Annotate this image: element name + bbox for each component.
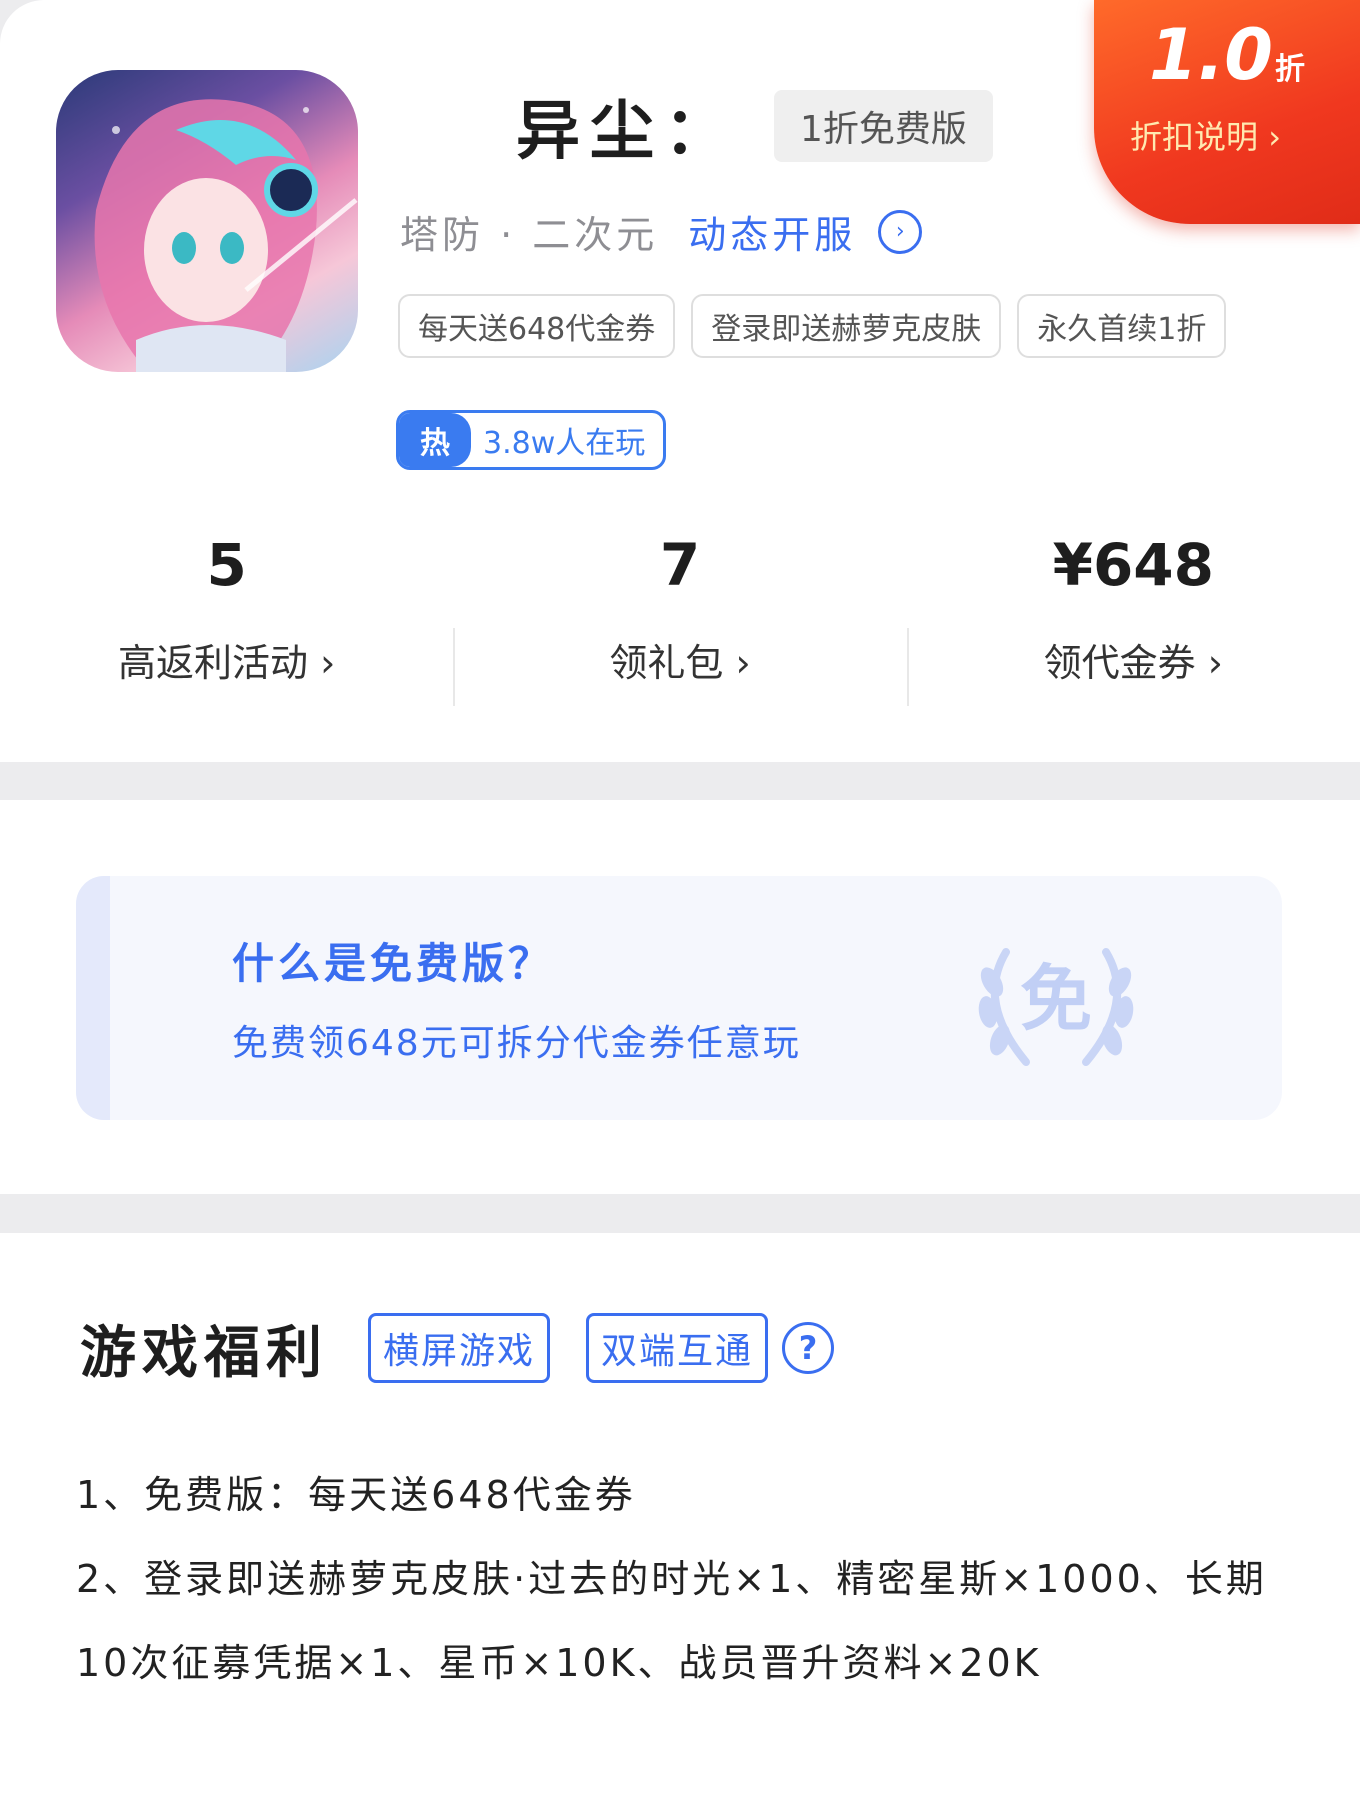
free-version-banner[interactable]: 什么是免费版？ 免费领648元可拆分代金券任意玩 免 [76, 876, 1282, 1120]
stat-rebate-activities[interactable]: 5 高返利活动 › [0, 520, 453, 720]
stat-label: 领代金券 › [1043, 641, 1223, 685]
list-item: 1、免费版：每天送648代金券 [76, 1473, 636, 1517]
cross-platform-badge: 双端互通 [586, 1313, 769, 1383]
stat-value: ¥648 [1052, 531, 1215, 599]
chevron-right-icon: › [1258, 118, 1281, 156]
welfare-header: 游戏福利 横屏游戏 双端互通 ? [80, 1313, 835, 1386]
emblem-char: 免 [1020, 957, 1092, 1041]
welfare-title: 游戏福利 [80, 1320, 328, 1386]
discount-explain-link[interactable]: 折扣说明 › [1130, 112, 1281, 158]
chevron-right-icon: › [308, 641, 336, 685]
game-genre: 塔防 · 二次元 [400, 213, 659, 257]
stat-value: 7 [659, 531, 701, 599]
help-icon[interactable]: ? [782, 1322, 835, 1374]
chevron-circle-right-icon[interactable]: › [878, 209, 923, 254]
stat-value: 5 [206, 531, 247, 599]
feature-tags: 每天送648代金券 登录即送赫萝克皮肤 永久首续1折 [398, 294, 1304, 358]
welfare-list: 1、免费版：每天送648代金券 2、登录即送赫萝克皮肤·过去的时光×1、精密星斯… [76, 1453, 1276, 1705]
chevron-right-icon: › [723, 641, 751, 685]
stat-label: 领礼包 › [609, 641, 751, 685]
players-online-badge: 热 3.8w人在玩 [396, 410, 667, 470]
players-online-text: 3.8w人在玩 [483, 426, 646, 461]
list-item: 2、登录即送赫萝克皮肤·过去的时光×1、精密星斯×1000、长期10次征募凭据×… [76, 1557, 1267, 1685]
feature-tag: 每天送648代金券 [398, 294, 676, 358]
game-title: 异尘： [516, 95, 738, 169]
meta-row: 塔防 · 二次元 动态开服 › [400, 204, 923, 259]
hot-label: 热 [399, 413, 471, 467]
welfare-card: 游戏福利 横屏游戏 双端互通 ? 1、免费版：每天送648代金券 2、登录即送赫… [0, 1233, 1360, 1813]
stat-label: 高返利活动 › [118, 641, 336, 685]
stat-vouchers[interactable]: ¥648 领代金券 › [906, 520, 1360, 720]
stat-gift-packs[interactable]: 7 领礼包 › [453, 520, 906, 720]
title-row: 异尘： 1折免费版 [516, 86, 993, 169]
anime-character-icon [94, 99, 358, 372]
discount-value: 1.0折 [1148, 14, 1305, 96]
laurel-emblem-icon: 免 [978, 948, 1134, 1066]
landscape-badge: 横屏游戏 [368, 1313, 551, 1383]
version-chip: 1折免费版 [774, 90, 993, 162]
stats-row: 5 高返利活动 › 7 领礼包 › ¥648 领代金券 › [0, 520, 1360, 720]
feature-tag: 永久首续1折 [1017, 294, 1227, 358]
chevron-right-icon: › [1195, 641, 1223, 685]
discount-badge[interactable]: 1.0折 折扣说明 › [1094, 0, 1360, 224]
feature-tag: 登录即送赫萝克皮肤 [691, 294, 1002, 358]
server-link[interactable]: 动态开服 [688, 204, 856, 259]
game-info-card: 异尘： 1折免费版 1.0折 折扣说明 › 塔防 · 二次元 动态开服 › 每天… [0, 0, 1360, 762]
game-icon[interactable] [56, 70, 358, 372]
free-version-title: 什么是免费版？ [232, 939, 555, 988]
free-version-desc: 免费领648元可拆分代金券任意玩 [232, 1023, 801, 1064]
free-version-card: 什么是免费版？ 免费领648元可拆分代金券任意玩 免 [0, 800, 1360, 1194]
